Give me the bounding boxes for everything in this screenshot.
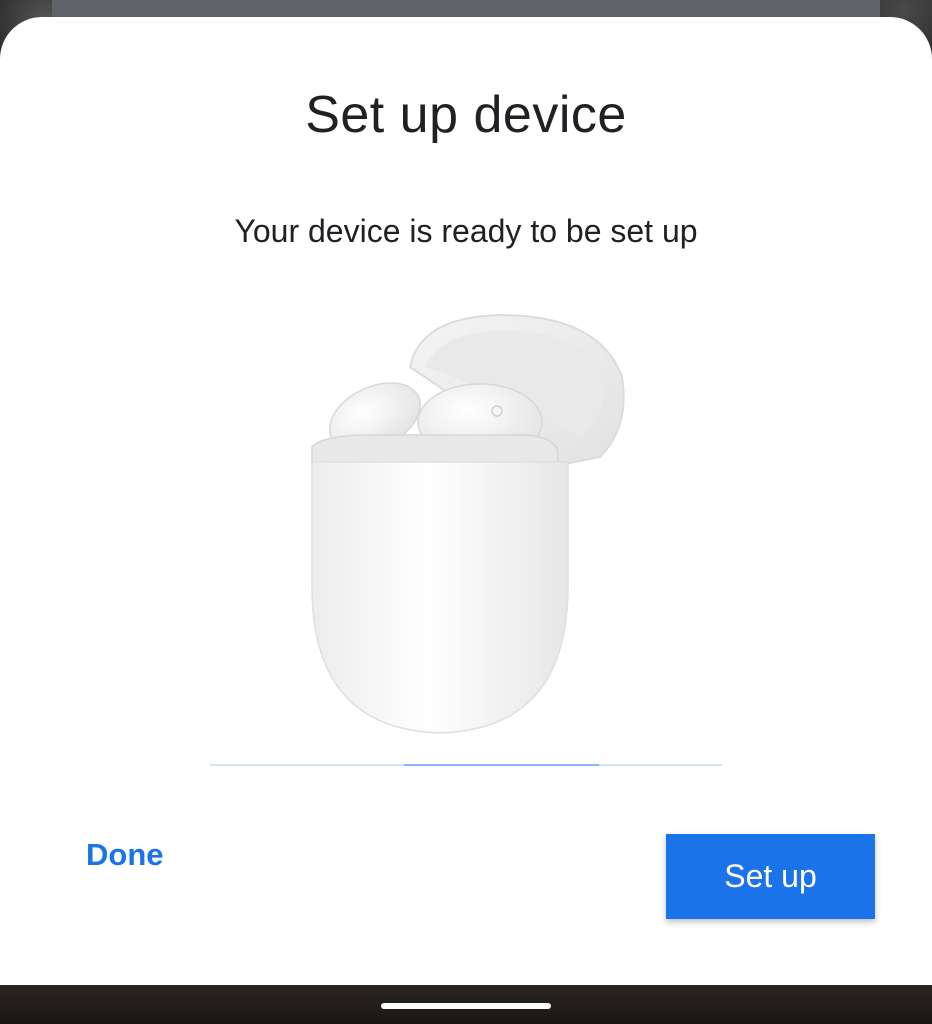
earbuds-case-icon xyxy=(311,313,625,734)
pairing-progress-bar xyxy=(210,764,722,766)
set-up-button[interactable]: Set up xyxy=(666,834,875,919)
setup-bottom-sheet: Set up device Your device is ready to be… xyxy=(0,17,932,985)
screen: Set up device Your device is ready to be… xyxy=(0,0,932,1024)
dialog-subtitle: Your device is ready to be set up xyxy=(234,213,698,249)
dialog-title: Set up device xyxy=(305,86,627,144)
done-button[interactable]: Done xyxy=(70,827,180,883)
pairing-progress-fill xyxy=(404,764,599,766)
home-gesture-handle[interactable] xyxy=(381,1003,551,1009)
